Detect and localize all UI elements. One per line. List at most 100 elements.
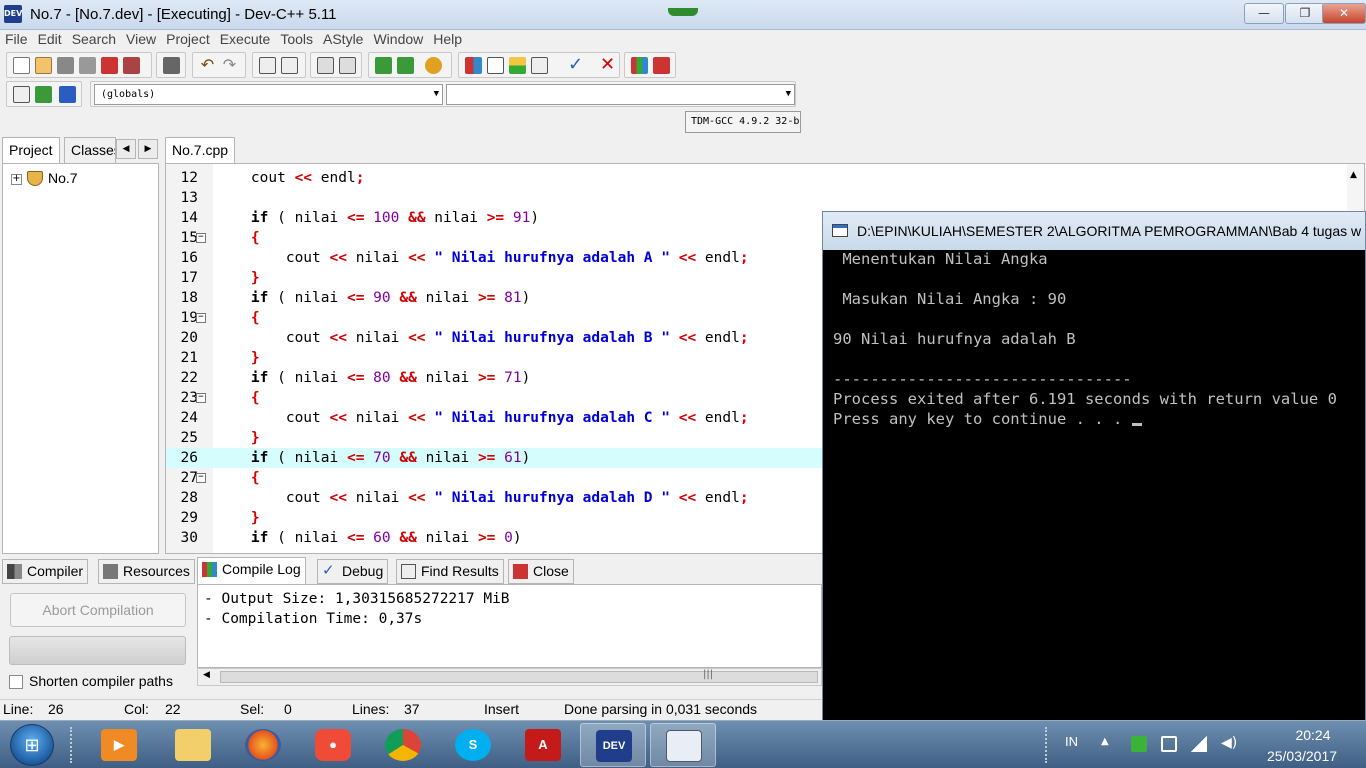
tab-debug[interactable]: ✓ Debug (317, 559, 389, 584)
compiler-select[interactable]: TDM-GCC 4.9.2 32-bit Release (685, 111, 801, 133)
text-cursor (1131, 423, 1142, 426)
indent-icon[interactable] (317, 57, 334, 74)
device-icon[interactable] (1161, 736, 1177, 752)
save-icon[interactable] (57, 57, 74, 74)
menu-tools[interactable]: Tools (275, 30, 318, 48)
expand-icon[interactable]: + (11, 174, 22, 185)
code-text: if ( nilai <= 70 && nilai >= 61) (216, 448, 530, 468)
remove-from-project-icon[interactable] (397, 57, 414, 74)
tree-item-project[interactable]: No.7 (48, 170, 78, 186)
log-line: - Output Size: 1,30315685272217 MiB (204, 591, 510, 607)
menu-project[interactable]: Project (161, 30, 215, 48)
show-hidden-icons-icon[interactable]: ▲ (1101, 736, 1117, 752)
fold-toggle-icon[interactable]: − (196, 233, 206, 243)
volume-icon[interactable]: ◀) (1221, 736, 1237, 752)
scrollbar-thumb[interactable]: ||| (220, 669, 818, 683)
scroll-up-icon[interactable]: ▲ (1350, 170, 1357, 180)
tab-project[interactable]: Project (2, 137, 60, 164)
menu-help[interactable]: Help (428, 30, 467, 48)
menu-astyle[interactable]: AStyle (318, 30, 368, 48)
save-all-icon[interactable] (79, 57, 96, 74)
code-line[interactable]: 13 (166, 188, 1364, 208)
rebuild-all-icon[interactable] (531, 57, 548, 74)
tab-scroll-left-icon[interactable]: ◀ (116, 139, 136, 159)
print-icon[interactable] (163, 57, 180, 74)
taskbar-media-player[interactable]: ▶ (86, 723, 152, 767)
menu-search[interactable]: Search (67, 30, 121, 48)
taskbar-firefox[interactable] (230, 723, 296, 767)
code-token: 80 (373, 370, 391, 386)
tab-close[interactable]: Close (508, 559, 574, 584)
open-file-icon[interactable] (35, 57, 52, 74)
language-indicator[interactable]: IN (1065, 734, 1078, 749)
taskbar-acrobat[interactable]: A (510, 723, 576, 767)
sync-icon[interactable] (1131, 736, 1147, 752)
tab-resources[interactable]: Resources (98, 559, 195, 584)
close-all-icon[interactable] (123, 57, 140, 74)
taskbar-devcpp[interactable]: DEV (580, 723, 646, 767)
taskbar-console[interactable] (650, 723, 716, 767)
console-window[interactable]: D:\EPIN\KULIAH\SEMESTER 2\ALGORITMA PEMR… (822, 211, 1366, 721)
new-file-icon[interactable] (13, 57, 30, 74)
tab-classes[interactable]: Classes (64, 137, 116, 163)
new-class-icon[interactable] (13, 86, 30, 103)
project-tree: + No.7 (2, 163, 159, 554)
network-icon[interactable] (1191, 736, 1207, 752)
tab-scroll-right-icon[interactable]: ▶ (138, 139, 158, 159)
undo-icon[interactable]: ↶ (199, 57, 216, 74)
taskbar-explorer[interactable] (160, 723, 226, 767)
taskbar-chrome[interactable] (370, 723, 436, 767)
log-scrollbar[interactable]: ◀ ||| (197, 668, 822, 686)
maximize-button[interactable]: ❐ (1285, 3, 1325, 24)
scroll-left-icon[interactable]: ◀ (203, 670, 210, 680)
console-line: Process exited after 6.191 seconds with … (833, 390, 1337, 408)
taskbar-skype[interactable]: S (440, 723, 506, 767)
delete-profile-icon[interactable] (653, 57, 670, 74)
fold-toggle-icon[interactable]: − (196, 393, 206, 403)
close-file-icon[interactable] (101, 57, 118, 74)
compile-icon[interactable] (465, 57, 482, 74)
resources-icon (103, 564, 118, 579)
redo-icon[interactable]: ↷ (221, 57, 238, 74)
code-token: << (329, 410, 347, 426)
menu-execute[interactable]: Execute (215, 30, 276, 48)
shorten-paths-checkbox[interactable] (9, 675, 23, 689)
code-line[interactable]: 12 cout << endl; (166, 168, 1364, 188)
tab-compiler[interactable]: Compiler (2, 559, 89, 584)
project-options-icon[interactable] (425, 57, 442, 74)
fold-toggle-icon[interactable]: − (196, 313, 206, 323)
tab-file[interactable]: No.7.cpp (165, 137, 236, 163)
unindent-icon[interactable] (339, 57, 356, 74)
goto-definition-icon[interactable] (59, 86, 76, 103)
fold-toggle-icon[interactable]: − (196, 473, 206, 483)
run-icon[interactable] (487, 57, 504, 74)
profile-icon[interactable] (631, 57, 648, 74)
compile-run-icon[interactable] (509, 57, 526, 74)
add-to-project-icon[interactable] (375, 57, 392, 74)
replace-icon[interactable] (281, 57, 298, 74)
code-token: << (678, 250, 697, 266)
stop-execution-icon[interactable]: ✕ (599, 56, 616, 74)
abort-compilation-button[interactable]: Abort Compilation (10, 593, 186, 627)
code-token: ; (739, 410, 749, 426)
menu-file[interactable]: File (0, 30, 33, 48)
tab-find-results[interactable]: Find Results (396, 559, 504, 584)
goto-declaration-icon[interactable] (35, 86, 52, 103)
scope-select[interactable]: (globals) ▼ (94, 84, 443, 105)
clock-time[interactable]: 20:24 (1283, 727, 1343, 743)
console-title-bar[interactable]: D:\EPIN\KULIAH\SEMESTER 2\ALGORITMA PEMR… (823, 212, 1365, 250)
compile-log[interactable]: - Output Size: 1,30315685272217 MiB - Co… (197, 584, 822, 668)
function-select[interactable]: ▼ (446, 84, 795, 105)
clock-date[interactable]: 25/03/2017 (1262, 748, 1342, 764)
menu-edit[interactable]: Edit (33, 30, 67, 48)
start-button[interactable]: ⊞ (10, 724, 54, 766)
find-icon[interactable] (259, 57, 276, 74)
taskbar-media-app[interactable]: ● (300, 723, 366, 767)
menu-window[interactable]: Window (368, 30, 428, 48)
close-window-button[interactable]: ✕ (1322, 3, 1366, 24)
menu-view[interactable]: View (121, 30, 161, 48)
tab-compile-log[interactable]: Compile Log (197, 557, 306, 585)
minimize-button[interactable]: — (1244, 3, 1284, 24)
syntax-check-icon[interactable]: ✓ (567, 56, 584, 74)
